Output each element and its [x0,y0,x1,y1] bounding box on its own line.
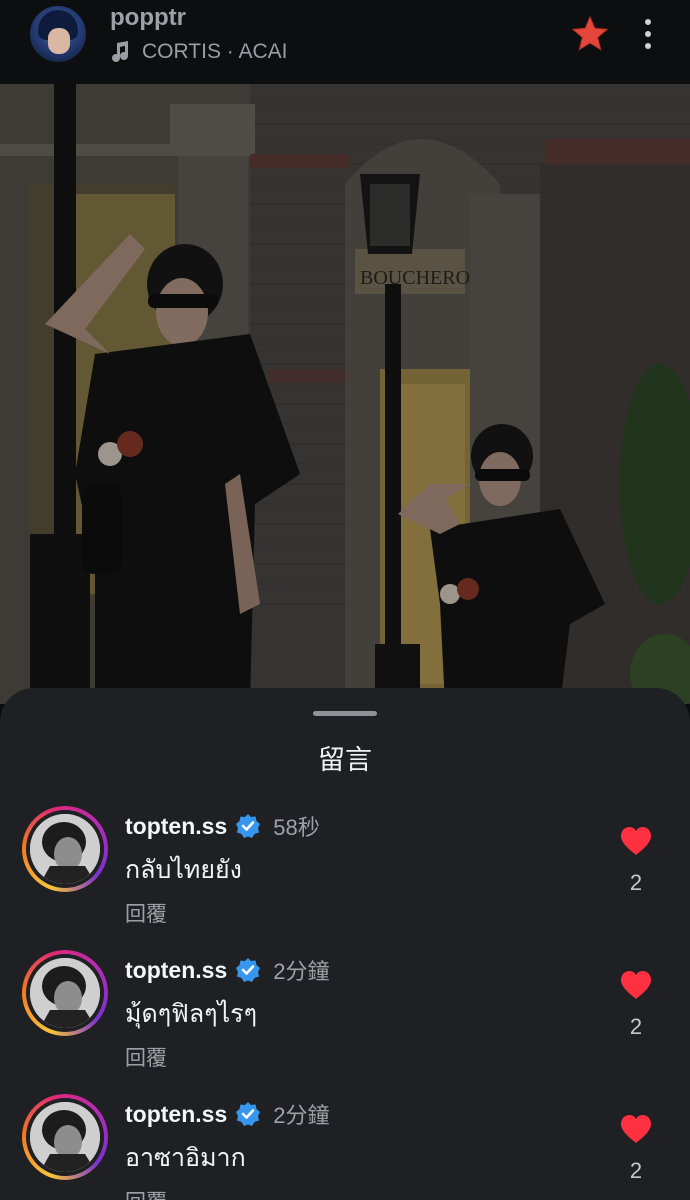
comment-item: topten.ss 2分鐘 มุ้ดๆฟิลๆไรๆ 回覆 2 [0,950,690,1080]
music-info[interactable]: CORTIS · ACAI [110,40,287,64]
heart-icon[interactable] [620,970,652,1000]
reply-button[interactable]: 回覆 [125,1042,167,1072]
comment-item: topten.ss 58秒 กลับไทยยัง 回覆 2 [0,806,690,936]
comment-time: 58秒 [273,815,320,840]
commenter-username[interactable]: topten.ss [125,957,227,984]
verified-badge-icon [236,1102,261,1126]
commenter-username[interactable]: topten.ss [125,1101,227,1128]
more-vertical-icon[interactable] [636,16,660,52]
commenter-avatar[interactable] [22,1094,108,1180]
post-photo[interactable]: BOUCHERON [0,84,690,704]
like-count: 2 [629,870,643,895]
like-count: 2 [629,1158,643,1183]
top-bar: popptr CORTIS · ACAI [0,0,690,84]
music-title: CORTIS · ACAI [142,40,288,63]
star-icon[interactable] [571,15,609,53]
verified-badge-icon [236,814,261,838]
reply-button[interactable]: 回覆 [125,1186,167,1200]
like-count: 2 [629,1014,643,1039]
profile-avatar[interactable] [30,6,86,62]
heart-icon[interactable] [620,1114,652,1144]
verified-badge-icon [236,958,261,982]
post-username[interactable]: popptr [110,4,186,32]
reply-button[interactable]: 回覆 [125,898,167,928]
sheet-drag-handle[interactable] [313,711,377,716]
comment-text: กลับไทยยัง [125,855,242,884]
commenter-username[interactable]: topten.ss [125,813,227,840]
comment-time: 2分鐘 [273,959,330,984]
comments-title: 留言 [318,745,372,775]
commenter-avatar[interactable] [22,806,108,892]
comment-text: อาซาอิมาก [125,1143,246,1172]
comment-time: 2分鐘 [273,1103,330,1128]
commenter-avatar[interactable] [22,950,108,1036]
heart-icon[interactable] [620,826,652,856]
comments-sheet: 留言 topten.ss 58秒 กลับไทยยัง 回覆 2 topten.… [0,688,690,1200]
comment-text: มุ้ดๆฟิลๆไรๆ [125,999,258,1028]
music-note-icon [110,41,132,63]
comment-item: topten.ss 2分鐘 อาซาอิมาก 回覆 2 [0,1094,690,1200]
